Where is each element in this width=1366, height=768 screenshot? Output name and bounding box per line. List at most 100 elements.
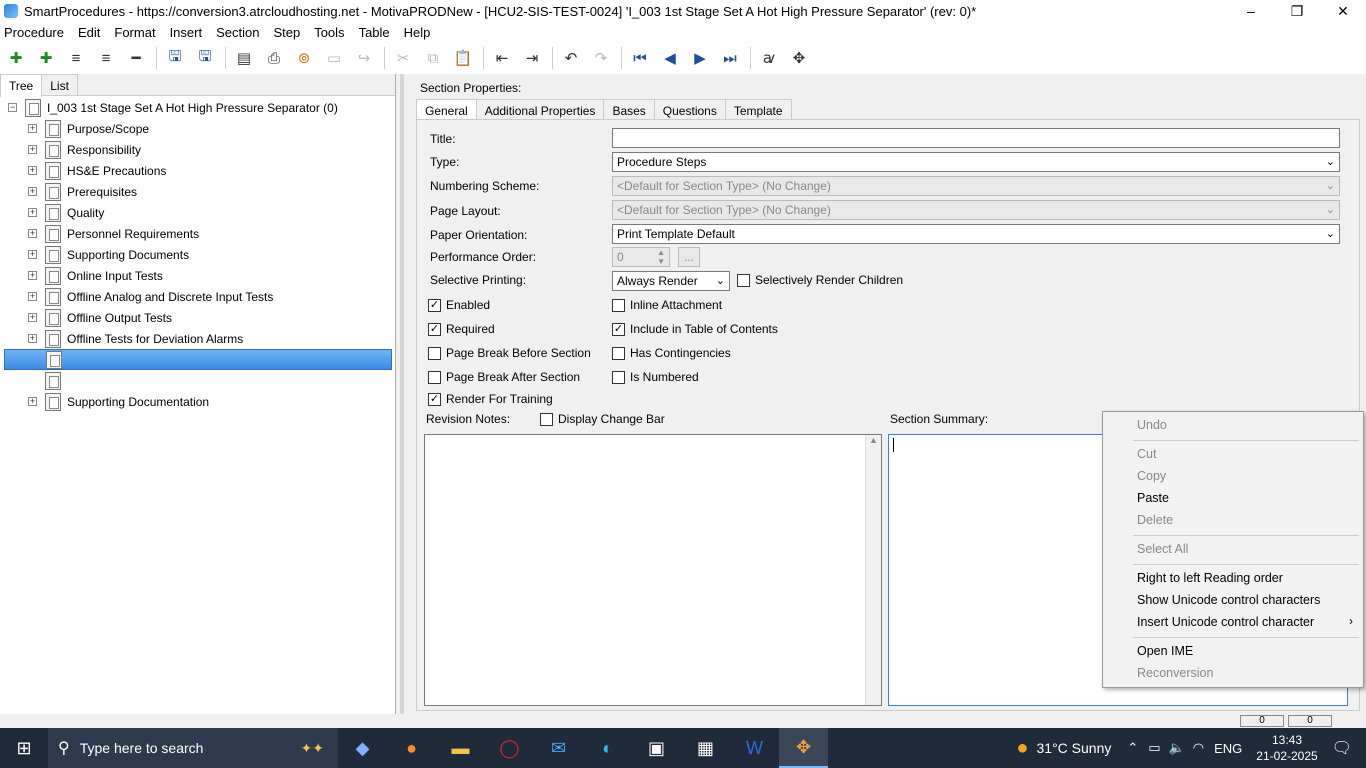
copilot-icon[interactable]: ◆ bbox=[338, 728, 387, 768]
minimize-button[interactable]: – bbox=[1228, 0, 1274, 22]
previous-icon[interactable]: ◀ bbox=[658, 46, 682, 70]
menu-item-reconversion[interactable]: Reconversion bbox=[1137, 666, 1213, 680]
splitter[interactable] bbox=[400, 74, 404, 714]
tree-item[interactable]: + Supporting Documents bbox=[28, 244, 189, 265]
last-icon[interactable]: ⏭ bbox=[718, 46, 742, 70]
checkbox-box[interactable] bbox=[428, 346, 441, 360]
smartprocedures-icon[interactable]: ✥ bbox=[779, 728, 828, 768]
redo-icon[interactable]: ↷ bbox=[589, 46, 613, 70]
render-training-checkbox[interactable]: ✓ Render For Training bbox=[428, 392, 553, 406]
selectively-render-children-checkbox[interactable]: Selectively Render Children bbox=[737, 273, 903, 287]
remove-icon[interactable]: ━ bbox=[124, 46, 148, 70]
title-input[interactable] bbox=[612, 128, 1340, 148]
paste-icon[interactable]: 📋 bbox=[451, 46, 475, 70]
menu-format[interactable]: Format bbox=[114, 25, 155, 40]
first-icon[interactable]: ⏮ bbox=[628, 46, 652, 70]
tree-item[interactable]: + Offline Analog and Discrete Input Tests bbox=[28, 286, 273, 307]
mail-icon[interactable]: ✉ bbox=[534, 728, 583, 768]
cut-icon[interactable]: ✂ bbox=[391, 46, 415, 70]
page-break-before-checkbox[interactable]: Page Break Before Section bbox=[428, 346, 591, 360]
checkbox-box[interactable] bbox=[612, 298, 625, 312]
menu-section[interactable]: Section bbox=[216, 25, 259, 40]
add-icon[interactable]: ✚ bbox=[4, 46, 28, 70]
redo-arrow-icon[interactable]: ↪ bbox=[352, 46, 376, 70]
notification-icon[interactable]: 🗨 bbox=[1332, 738, 1352, 758]
outdent-icon[interactable]: ⇤ bbox=[490, 46, 514, 70]
opera-icon[interactable]: ◯ bbox=[485, 728, 534, 768]
tree-root[interactable]: − I_003 1st Stage Set A Hot High Pressur… bbox=[8, 97, 338, 118]
save-icon[interactable]: 🖫 bbox=[193, 46, 217, 70]
page-break-after-checkbox[interactable]: Page Break After Section bbox=[428, 370, 580, 384]
restore-button[interactable]: ❐ bbox=[1274, 0, 1320, 22]
tree-item[interactable]: + HS&E Precautions bbox=[28, 160, 166, 181]
tree-item-selected[interactable] bbox=[4, 349, 392, 370]
menu-tools[interactable]: Tools bbox=[314, 25, 344, 40]
next-icon[interactable]: ▶ bbox=[688, 46, 712, 70]
expand-icon[interactable]: + bbox=[28, 292, 37, 301]
scroll-up-icon[interactable]: ▲ bbox=[865, 435, 881, 705]
orientation-select[interactable]: Print Template Default ⌄ bbox=[612, 224, 1340, 244]
spell-icon[interactable]: ꜹ bbox=[757, 46, 781, 70]
indent-icon[interactable]: ⇥ bbox=[520, 46, 544, 70]
windows-start-icon[interactable]: ⊞ bbox=[0, 728, 48, 768]
expand-icon[interactable]: + bbox=[28, 124, 37, 133]
tree-item[interactable]: + Supporting Documentation bbox=[28, 391, 209, 412]
clock[interactable]: 13:43 21-02-2025 bbox=[1256, 732, 1317, 764]
tree-item[interactable]: + Purpose/Scope bbox=[28, 118, 149, 139]
tree-item[interactable]: + Responsibility bbox=[28, 139, 141, 160]
menu-item-cut[interactable]: Cut bbox=[1137, 447, 1156, 461]
menu-edit[interactable]: Edit bbox=[78, 25, 100, 40]
menu-step[interactable]: Step bbox=[273, 25, 300, 40]
required-checkbox[interactable]: ✓ Required bbox=[428, 322, 495, 336]
volume-icon[interactable]: 🔈 bbox=[1169, 740, 1185, 756]
tree-item[interactable]: + Quality bbox=[28, 202, 104, 223]
enabled-checkbox[interactable]: ✓ Enabled bbox=[428, 298, 490, 312]
copy-icon[interactable]: ⧉ bbox=[421, 46, 445, 70]
language-indicator[interactable]: ENG bbox=[1214, 741, 1242, 756]
has-contingencies-checkbox[interactable]: Has Contingencies bbox=[612, 346, 731, 360]
expand-icon[interactable]: + bbox=[28, 187, 37, 196]
expand-icon[interactable]: + bbox=[28, 271, 37, 280]
link-icon[interactable]: ⊚ bbox=[292, 46, 316, 70]
menu-item-rtl-order[interactable]: Right to left Reading order bbox=[1137, 571, 1283, 585]
checkbox-box[interactable] bbox=[737, 273, 750, 287]
move-icon[interactable]: ✥ bbox=[787, 46, 811, 70]
tree-item[interactable]: + Offline Output Tests bbox=[28, 307, 172, 328]
list-indent-icon[interactable]: ≡ bbox=[94, 46, 118, 70]
menu-item-copy[interactable]: Copy bbox=[1137, 469, 1166, 483]
tree-item[interactable]: + Online Input Tests bbox=[28, 265, 163, 286]
weather-text[interactable]: 31°C Sunny bbox=[1037, 740, 1112, 756]
save-all-icon[interactable]: 🖫 bbox=[163, 46, 187, 70]
menu-item-insert-unicode[interactable]: Insert Unicode control character bbox=[1137, 615, 1314, 629]
menu-item-open-ime[interactable]: Open IME bbox=[1137, 644, 1193, 658]
expand-icon[interactable]: + bbox=[28, 229, 37, 238]
type-select[interactable]: Procedure Steps ⌄ bbox=[612, 152, 1340, 172]
list-icon[interactable]: ≡ bbox=[64, 46, 88, 70]
checkmark-icon[interactable]: ✓ bbox=[428, 298, 441, 312]
app-icon[interactable]: ▣ bbox=[632, 728, 681, 768]
expand-icon[interactable]: + bbox=[28, 145, 37, 154]
inline-attachment-checkbox[interactable]: Inline Attachment bbox=[612, 298, 722, 312]
menu-procedure[interactable]: Procedure bbox=[4, 25, 64, 40]
checkbox-box[interactable] bbox=[612, 346, 625, 360]
remote-app-icon[interactable]: ▦ bbox=[681, 728, 730, 768]
menu-item-delete[interactable]: Delete bbox=[1137, 513, 1173, 527]
menu-help[interactable]: Help bbox=[404, 25, 431, 40]
chevron-up-icon[interactable]: ⌃ bbox=[1127, 740, 1138, 756]
checkmark-icon[interactable]: ✓ bbox=[428, 322, 441, 336]
revision-notes-textarea[interactable]: ▲ bbox=[424, 434, 882, 706]
menu-item-undo[interactable]: Undo bbox=[1137, 418, 1167, 432]
checkbox-box[interactable] bbox=[540, 412, 553, 426]
wifi-icon[interactable]: ◠ bbox=[1193, 740, 1204, 756]
collapse-icon[interactable]: − bbox=[8, 103, 17, 112]
expand-icon[interactable]: + bbox=[28, 397, 37, 406]
menu-item-paste[interactable]: Paste bbox=[1137, 491, 1169, 505]
tree-item[interactable]: + Prerequisites bbox=[28, 181, 137, 202]
battery-icon[interactable]: ▭ bbox=[1148, 740, 1160, 756]
checkmark-icon[interactable]: ✓ bbox=[428, 392, 441, 406]
firefox-icon[interactable]: ● bbox=[387, 728, 436, 768]
image-icon[interactable]: ▭ bbox=[322, 46, 346, 70]
expand-icon[interactable]: + bbox=[28, 208, 37, 217]
print-icon[interactable]: ⎙ bbox=[262, 46, 286, 70]
include-toc-checkbox[interactable]: ✓ Include in Table of Contents bbox=[612, 322, 778, 336]
